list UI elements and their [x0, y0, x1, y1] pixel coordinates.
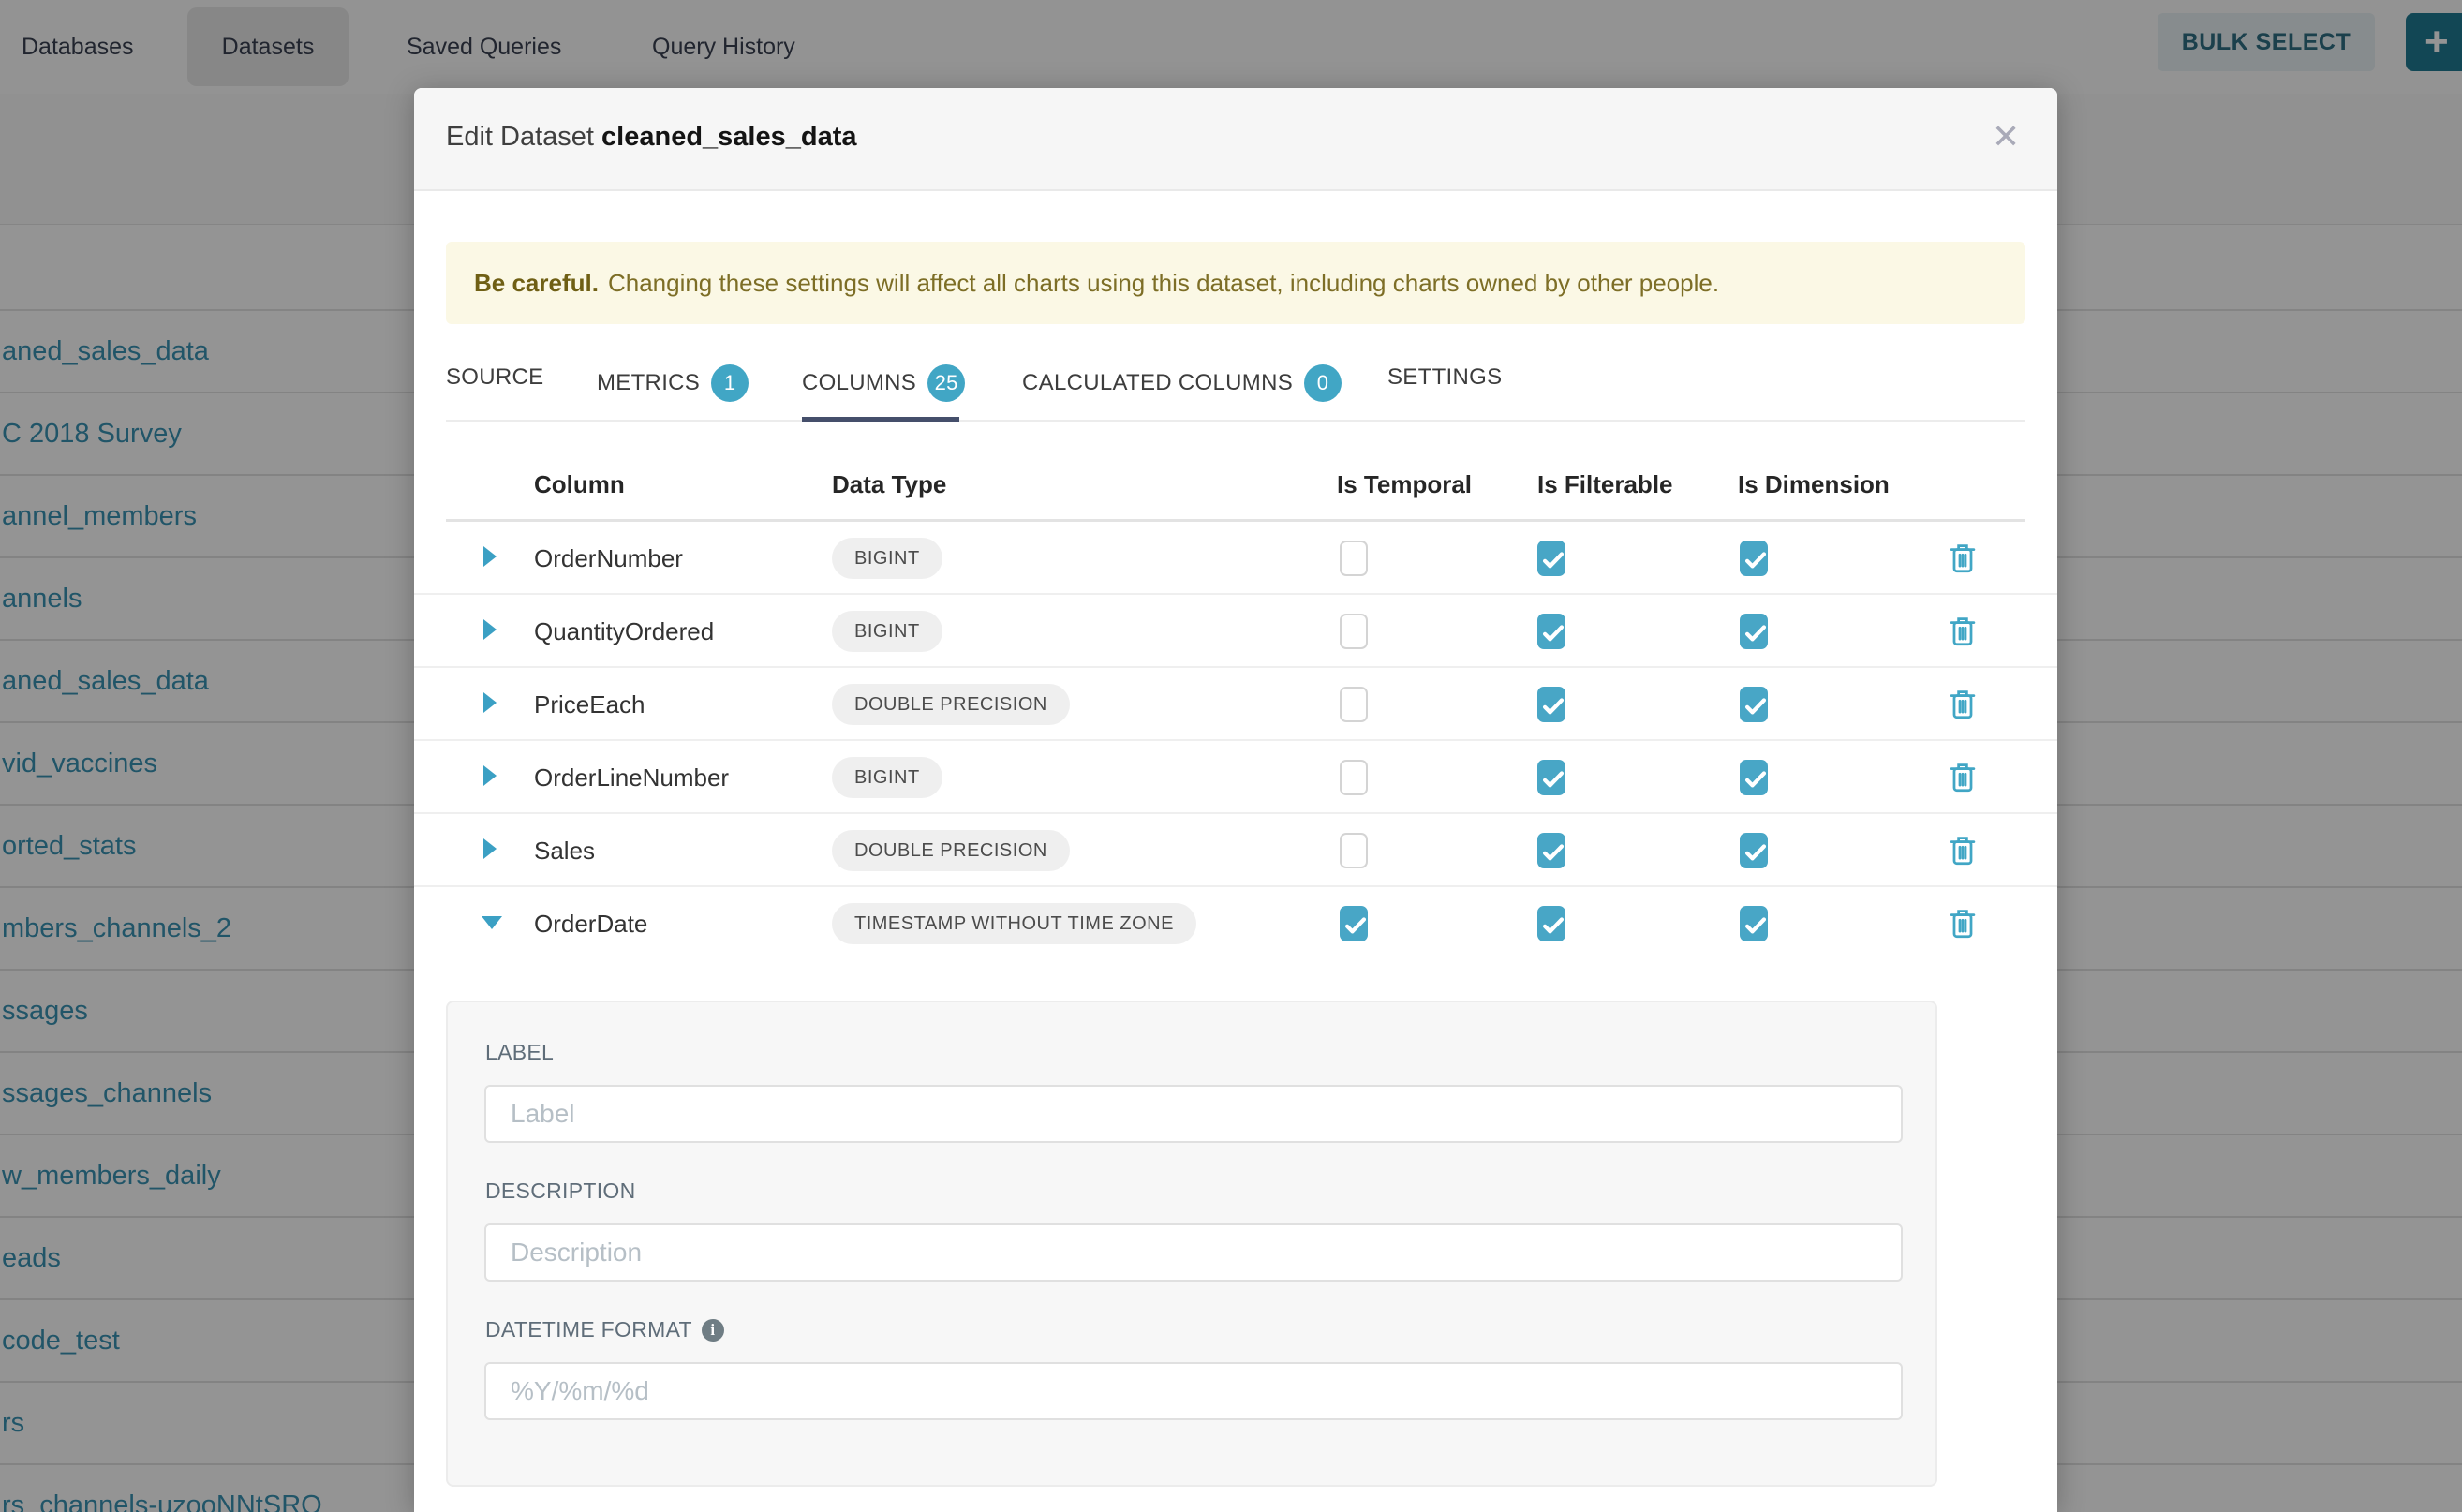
- column-name: OrderLineNumber: [534, 763, 729, 793]
- column-row: PriceEach DOUBLE PRECISION: [414, 668, 2057, 741]
- label-input[interactable]: [484, 1085, 1903, 1143]
- is-temporal-checkbox[interactable]: [1340, 833, 1368, 868]
- tab-settings[interactable]: SETTINGS: [1387, 364, 1502, 391]
- tab-label: SETTINGS: [1387, 364, 1502, 391]
- column-row: OrderDate TIMESTAMP WITHOUT TIME ZONE: [414, 887, 2057, 960]
- expand-caret-icon[interactable]: [482, 916, 502, 929]
- is-dimension-checkbox[interactable]: [1740, 687, 1768, 722]
- label-field-heading: LABEL: [485, 1040, 554, 1065]
- tab-metrics[interactable]: METRICS 1: [597, 364, 749, 402]
- active-tab-underline: [802, 417, 959, 422]
- is-filterable-checkbox[interactable]: [1537, 906, 1565, 941]
- datetime-format-field-heading: DATETIME FORMAT i: [485, 1317, 724, 1342]
- is-filterable-checkbox[interactable]: [1537, 687, 1565, 722]
- delete-column-icon[interactable]: [1949, 762, 1977, 798]
- is-dimension-checkbox[interactable]: [1740, 760, 1768, 795]
- column-row: OrderNumber BIGINT: [414, 522, 2057, 595]
- column-detail-panel: LABEL DESCRIPTION DATETIME FORMAT i: [446, 1001, 1937, 1487]
- column-row: Sales DOUBLE PRECISION: [414, 814, 2057, 887]
- is-filterable-checkbox[interactable]: [1537, 541, 1565, 576]
- columns-table-header: Column Data Type Is Temporal Is Filterable I…: [414, 453, 2057, 519]
- is-temporal-checkbox[interactable]: [1340, 541, 1368, 576]
- is-dimension-checkbox[interactable]: [1740, 906, 1768, 941]
- modal-header: Edit Dataset cleaned_sales_data: [414, 88, 2057, 191]
- column-name: Sales: [534, 837, 595, 866]
- column-name: PriceEach: [534, 690, 645, 719]
- column-header-data-type: Data Type: [832, 470, 946, 499]
- column-row: QuantityOrdered BIGINT: [414, 595, 2057, 668]
- description-field-heading: DESCRIPTION: [485, 1178, 635, 1204]
- expand-caret-icon[interactable]: [483, 838, 497, 859]
- is-temporal-checkbox[interactable]: [1340, 687, 1368, 722]
- tab-label: CALCULATED COLUMNS: [1022, 370, 1293, 396]
- column-row: OrderLineNumber BIGINT: [414, 741, 2057, 814]
- data-type-pill: BIGINT: [832, 611, 942, 652]
- data-type-pill: BIGINT: [832, 538, 942, 579]
- modal-title: Edit Dataset cleaned_sales_data: [446, 122, 857, 153]
- tab-calculated-columns[interactable]: CALCULATED COLUMNS 0: [1022, 364, 1342, 402]
- modal-tabs: SOURCE METRICS 1 COLUMNS 25 CALCULATED COLUMN…: [446, 355, 2025, 421]
- delete-column-icon[interactable]: [1949, 615, 1977, 652]
- is-dimension-checkbox[interactable]: [1740, 614, 1768, 649]
- tab-source[interactable]: SOURCE: [446, 364, 543, 391]
- tab-label: SOURCE: [446, 364, 543, 391]
- tabs-divider: [446, 420, 2025, 422]
- expand-caret-icon[interactable]: [483, 619, 497, 640]
- is-temporal-checkbox[interactable]: [1340, 906, 1368, 941]
- datetime-format-input[interactable]: [484, 1362, 1903, 1420]
- is-dimension-checkbox[interactable]: [1740, 541, 1768, 576]
- data-type-pill: DOUBLE PRECISION: [832, 830, 1070, 871]
- is-filterable-checkbox[interactable]: [1537, 833, 1565, 868]
- delete-column-icon[interactable]: [1949, 908, 1977, 944]
- tab-count-badge: 25: [927, 364, 965, 402]
- data-type-pill: DOUBLE PRECISION: [832, 684, 1070, 725]
- is-filterable-checkbox[interactable]: [1537, 760, 1565, 795]
- delete-column-icon[interactable]: [1949, 689, 1977, 725]
- columns-table-body: OrderNumber BIGINT QuantityOrdered BIGIN…: [414, 522, 2057, 960]
- is-temporal-checkbox[interactable]: [1340, 760, 1368, 795]
- tab-count-badge: 1: [711, 364, 749, 402]
- column-header-is-temporal: Is Temporal: [1337, 470, 1472, 499]
- warning-banner-text: Changing these settings will affect all …: [608, 269, 1719, 298]
- tab-count-badge: 0: [1304, 364, 1342, 402]
- column-name: QuantityOrdered: [534, 617, 714, 646]
- tab-label: METRICS: [597, 370, 700, 396]
- delete-column-icon[interactable]: [1949, 835, 1977, 871]
- warning-banner: Be careful. Changing these settings will…: [446, 242, 2025, 324]
- tab-label: COLUMNS: [802, 370, 916, 396]
- expand-caret-icon[interactable]: [483, 692, 497, 713]
- data-type-pill: BIGINT: [832, 757, 942, 798]
- modal-title-prefix: Edit Dataset: [446, 122, 601, 152]
- edit-dataset-modal: Edit Dataset cleaned_sales_data Be caref…: [414, 88, 2057, 1512]
- column-header-column: Column: [534, 470, 625, 499]
- modal-title-dataset-name: cleaned_sales_data: [601, 122, 856, 152]
- expand-caret-icon[interactable]: [483, 765, 497, 786]
- column-header-is-dimension: Is Dimension: [1738, 470, 1890, 499]
- description-input[interactable]: [484, 1223, 1903, 1282]
- data-type-pill: TIMESTAMP WITHOUT TIME ZONE: [832, 903, 1196, 944]
- is-filterable-checkbox[interactable]: [1537, 614, 1565, 649]
- expand-caret-icon[interactable]: [483, 546, 497, 567]
- delete-column-icon[interactable]: [1949, 542, 1977, 579]
- column-name: OrderNumber: [534, 544, 683, 573]
- modal-close-button[interactable]: ✕: [1992, 120, 2020, 154]
- is-temporal-checkbox[interactable]: [1340, 614, 1368, 649]
- is-dimension-checkbox[interactable]: [1740, 833, 1768, 868]
- column-header-is-filterable: Is Filterable: [1537, 470, 1673, 499]
- tab-columns[interactable]: COLUMNS 25: [802, 364, 965, 402]
- column-name: OrderDate: [534, 910, 647, 939]
- warning-banner-bold: Be careful.: [474, 269, 599, 298]
- info-icon[interactable]: i: [702, 1319, 724, 1342]
